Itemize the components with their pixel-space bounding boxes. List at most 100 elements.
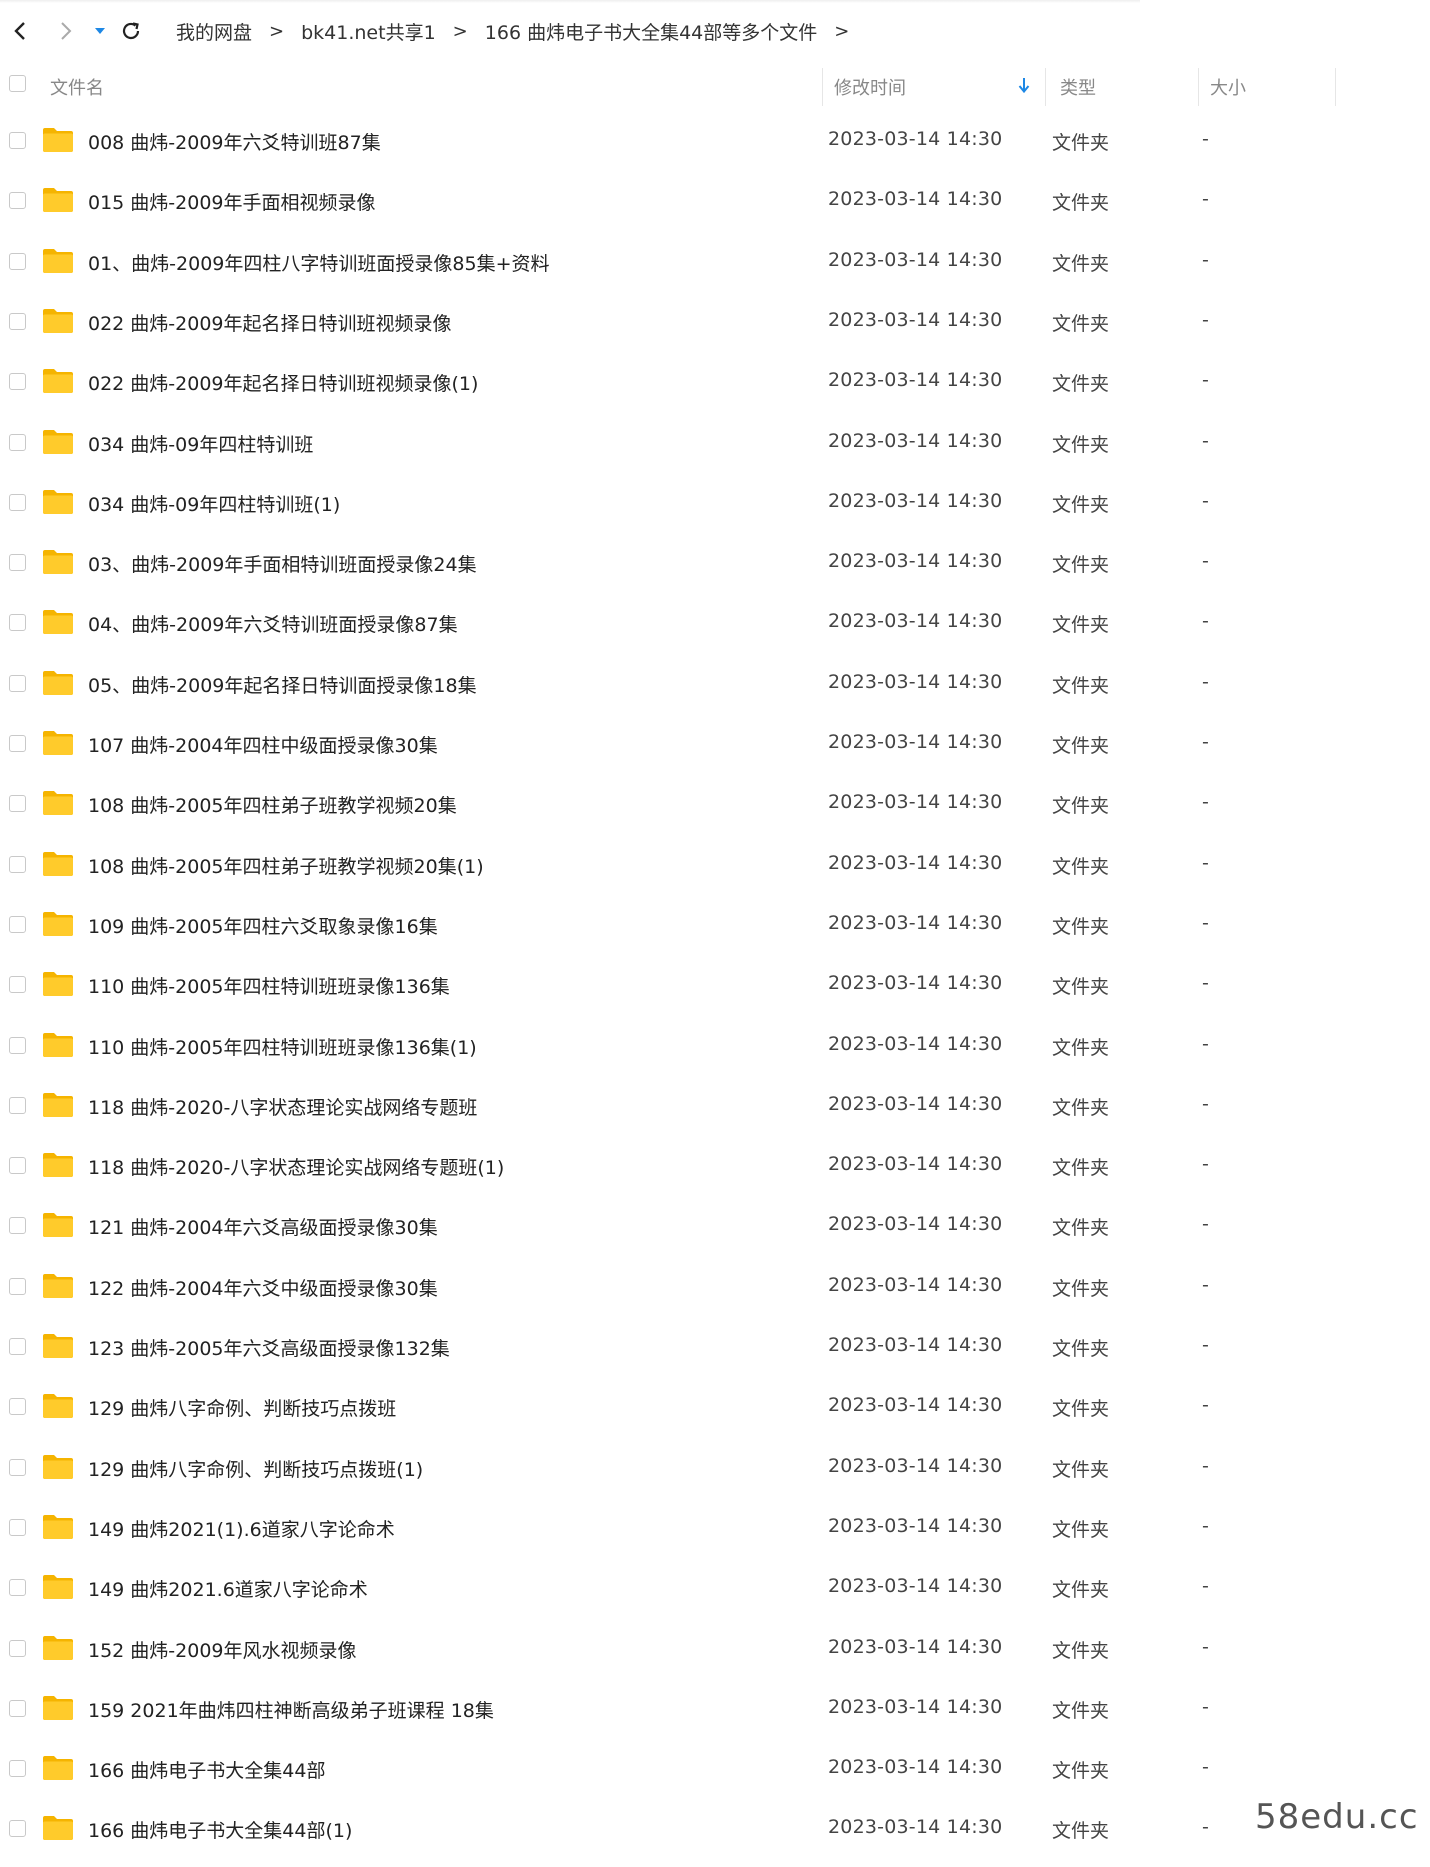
file-name[interactable]: 149 曲炜2021(1).6道家八字论命术 xyxy=(88,1515,395,1542)
column-divider[interactable] xyxy=(1335,68,1336,106)
file-name[interactable]: 108 曲炜-2005年四柱弟子班教学视频20集(1) xyxy=(88,852,484,879)
file-row[interactable]: 015 曲炜-2009年手面相视频录像 2023-03-14 14:30 文件夹 - xyxy=(0,171,1340,231)
select-all-checkbox[interactable] xyxy=(9,75,26,92)
row-checkbox[interactable] xyxy=(9,976,26,993)
file-row[interactable]: 129 曲炜八字命例、判断技巧点拨班(1) 2023-03-14 14:30 文件夹… xyxy=(0,1438,1340,1498)
file-row[interactable]: 123 曲炜-2005年六爻高级面授录像132集 2023-03-14 14:30… xyxy=(0,1317,1340,1377)
file-name[interactable]: 034 曲炜-09年四柱特训班 xyxy=(88,430,313,457)
row-checkbox[interactable] xyxy=(9,675,26,692)
row-checkbox[interactable] xyxy=(9,856,26,873)
file-name[interactable]: 034 曲炜-09年四柱特训班(1) xyxy=(88,490,340,517)
file-name[interactable]: 121 曲炜-2004年六爻高级面授录像30集 xyxy=(88,1213,438,1240)
file-name[interactable]: 110 曲炜-2005年四柱特训班班录像136集(1) xyxy=(88,1033,477,1060)
column-divider[interactable] xyxy=(822,68,823,106)
file-row[interactable]: 008 曲炜-2009年六爻特训班87集 2023-03-14 14:30 文件夹 - xyxy=(0,111,1340,171)
file-name[interactable]: 122 曲炜-2004年六爻中级面授录像30集 xyxy=(88,1274,438,1301)
file-row[interactable]: 149 曲炜2021(1).6道家八字论命术 2023-03-14 14:30 文件… xyxy=(0,1498,1340,1558)
file-row[interactable]: 110 曲炜-2005年四柱特训班班录像136集(1) 2023-03-14 14… xyxy=(0,1016,1340,1076)
file-name[interactable]: 022 曲炜-2009年起名择日特训班视频录像 xyxy=(88,309,452,336)
row-checkbox[interactable] xyxy=(9,1398,26,1415)
row-checkbox[interactable] xyxy=(9,916,26,933)
column-header-type[interactable]: 类型 xyxy=(1060,74,1096,100)
row-checkbox[interactable] xyxy=(9,1640,26,1657)
file-row[interactable]: 034 曲炜-09年四柱特训班(1) 2023-03-14 14:30 文件夹 - xyxy=(0,473,1340,533)
row-checkbox[interactable] xyxy=(9,1097,26,1114)
file-row[interactable]: 166 曲炜电子书大全集44部 2023-03-14 14:30 文件夹 - xyxy=(0,1739,1340,1799)
row-checkbox[interactable] xyxy=(9,132,26,149)
file-name[interactable]: 123 曲炜-2005年六爻高级面授录像132集 xyxy=(88,1334,450,1361)
file-row[interactable]: 109 曲炜-2005年四柱六爻取象录像16集 2023-03-14 14:30 文… xyxy=(0,895,1340,955)
file-name[interactable]: 109 曲炜-2005年四柱六爻取象录像16集 xyxy=(88,912,438,939)
row-checkbox[interactable] xyxy=(9,1760,26,1777)
row-checkbox[interactable] xyxy=(9,1037,26,1054)
file-name[interactable]: 108 曲炜-2005年四柱弟子班教学视频20集 xyxy=(88,791,457,818)
column-divider[interactable] xyxy=(1198,68,1199,106)
row-checkbox[interactable] xyxy=(9,313,26,330)
row-checkbox[interactable] xyxy=(9,1157,26,1174)
file-name[interactable]: 015 曲炜-2009年手面相视频录像 xyxy=(88,188,376,215)
file-row[interactable]: 108 曲炜-2005年四柱弟子班教学视频20集 2023-03-14 14:30… xyxy=(0,774,1340,834)
file-name[interactable]: 129 曲炜八字命例、判断技巧点拨班(1) xyxy=(88,1455,423,1482)
file-row[interactable]: 152 曲炜-2009年风水视频录像 2023-03-14 14:30 文件夹 - xyxy=(0,1619,1340,1679)
file-name[interactable]: 022 曲炜-2009年起名择日特训班视频录像(1) xyxy=(88,369,478,396)
row-checkbox[interactable] xyxy=(9,192,26,209)
file-row[interactable]: 01、曲炜-2009年四柱八字特训班面授录像85集+资料 2023-03-14 1… xyxy=(0,232,1340,292)
row-checkbox[interactable] xyxy=(9,253,26,270)
column-header-size[interactable]: 大小 xyxy=(1210,74,1246,100)
row-checkbox[interactable] xyxy=(9,1519,26,1536)
row-checkbox[interactable] xyxy=(9,614,26,631)
file-name[interactable]: 107 曲炜-2004年四柱中级面授录像30集 xyxy=(88,731,438,758)
file-name[interactable]: 159 2021年曲炜四柱神断高级弟子班课程 18集 xyxy=(88,1696,494,1723)
file-name[interactable]: 166 曲炜电子书大全集44部(1) xyxy=(88,1816,352,1843)
file-row[interactable]: 122 曲炜-2004年六爻中级面授录像30集 2023-03-14 14:30 文… xyxy=(0,1257,1340,1317)
file-name[interactable]: 008 曲炜-2009年六爻特训班87集 xyxy=(88,128,381,155)
row-checkbox[interactable] xyxy=(9,1579,26,1596)
back-button[interactable] xyxy=(4,14,38,48)
file-name[interactable]: 04、曲炜-2009年六爻特训班面授录像87集 xyxy=(88,610,458,637)
breadcrumb-item-root[interactable]: 我的网盘 xyxy=(176,18,252,45)
row-checkbox[interactable] xyxy=(9,1459,26,1476)
file-row[interactable]: 04、曲炜-2009年六爻特训班面授录像87集 2023-03-14 14:30 文… xyxy=(0,593,1340,653)
row-checkbox[interactable] xyxy=(9,373,26,390)
file-name[interactable]: 05、曲炜-2009年起名择日特训面授录像18集 xyxy=(88,671,477,698)
file-row[interactable]: 05、曲炜-2009年起名择日特训面授录像18集 2023-03-14 14:30… xyxy=(0,654,1340,714)
sort-descending-icon[interactable] xyxy=(1015,74,1033,96)
file-row[interactable]: 118 曲炜-2020-八字状态理论实战网络专题班(1) 2023-03-14 1… xyxy=(0,1136,1340,1196)
row-checkbox[interactable] xyxy=(9,1338,26,1355)
file-row[interactable]: 118 曲炜-2020-八字状态理论实战网络专题班 2023-03-14 14:3… xyxy=(0,1076,1340,1136)
file-name[interactable]: 01、曲炜-2009年四柱八字特训班面授录像85集+资料 xyxy=(88,249,549,276)
refresh-button[interactable] xyxy=(114,14,148,48)
file-name[interactable]: 118 曲炜-2020-八字状态理论实战网络专题班(1) xyxy=(88,1153,504,1180)
breadcrumb-item-share[interactable]: bk41.net共享1 xyxy=(301,18,436,45)
row-checkbox[interactable] xyxy=(9,1278,26,1295)
history-dropdown-button[interactable] xyxy=(85,14,115,48)
file-name[interactable]: 03、曲炜-2009年手面相特训班面授录像24集 xyxy=(88,550,477,577)
file-row[interactable]: 129 曲炜八字命例、判断技巧点拨班 2023-03-14 14:30 文件夹 - xyxy=(0,1377,1340,1437)
file-row[interactable]: 159 2021年曲炜四柱神断高级弟子班课程 18集 2023-03-14 14:… xyxy=(0,1679,1340,1739)
forward-button[interactable] xyxy=(48,14,82,48)
file-row[interactable]: 149 曲炜2021.6道家八字论命术 2023-03-14 14:30 文件夹 - xyxy=(0,1558,1340,1618)
file-row[interactable]: 107 曲炜-2004年四柱中级面授录像30集 2023-03-14 14:30 文… xyxy=(0,714,1340,774)
file-name[interactable]: 118 曲炜-2020-八字状态理论实战网络专题班 xyxy=(88,1093,477,1120)
column-header-modified[interactable]: 修改时间 xyxy=(834,74,906,100)
file-row[interactable]: 022 曲炜-2009年起名择日特训班视频录像 2023-03-14 14:30 文… xyxy=(0,292,1340,352)
file-name[interactable]: 149 曲炜2021.6道家八字论命术 xyxy=(88,1575,368,1602)
file-name[interactable]: 166 曲炜电子书大全集44部 xyxy=(88,1756,325,1783)
file-row[interactable]: 022 曲炜-2009年起名择日特训班视频录像(1) 2023-03-14 14:… xyxy=(0,352,1340,412)
file-name[interactable]: 129 曲炜八字命例、判断技巧点拨班 xyxy=(88,1394,396,1421)
file-name[interactable]: 152 曲炜-2009年风水视频录像 xyxy=(88,1636,357,1663)
row-checkbox[interactable] xyxy=(9,494,26,511)
file-row[interactable]: 034 曲炜-09年四柱特训班 2023-03-14 14:30 文件夹 - xyxy=(0,413,1340,473)
row-checkbox[interactable] xyxy=(9,795,26,812)
row-checkbox[interactable] xyxy=(9,1217,26,1234)
file-name[interactable]: 110 曲炜-2005年四柱特训班班录像136集 xyxy=(88,972,450,999)
file-row[interactable]: 03、曲炜-2009年手面相特训班面授录像24集 2023-03-14 14:30… xyxy=(0,533,1340,593)
row-checkbox[interactable] xyxy=(9,735,26,752)
row-checkbox[interactable] xyxy=(9,554,26,571)
breadcrumb-item-current[interactable]: 166 曲炜电子书大全集44部等多个文件 xyxy=(485,18,817,45)
column-divider[interactable] xyxy=(1045,68,1046,106)
column-header-name[interactable]: 文件名 xyxy=(50,74,104,100)
row-checkbox[interactable] xyxy=(9,1820,26,1837)
file-row[interactable]: 166 曲炜电子书大全集44部(1) 2023-03-14 14:30 文件夹 - xyxy=(0,1799,1340,1859)
file-row[interactable]: 108 曲炜-2005年四柱弟子班教学视频20集(1) 2023-03-14 14… xyxy=(0,835,1340,895)
